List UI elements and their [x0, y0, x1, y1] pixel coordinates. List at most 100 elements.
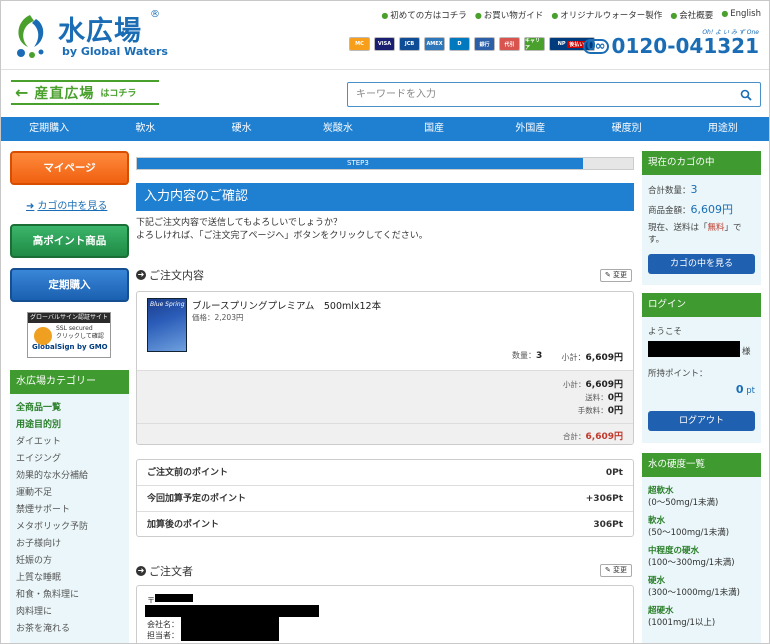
category-item[interactable]: 効果的な水分補給	[10, 468, 129, 485]
hardness-item[interactable]: 硬水 (300〜1000mg/1未満)	[648, 575, 740, 599]
category-item[interactable]: メタボリック予防	[10, 519, 129, 536]
high-point-button[interactable]: 高ポイント商品	[10, 224, 129, 258]
hardness-item[interactable]: 超軟水 (0〜50mg/1未満)	[648, 485, 718, 509]
order-summary: 小計：6,609円 送料：0円 手数料：0円 合計：6,609円	[137, 370, 633, 444]
link-company[interactable]: 会社概要	[670, 9, 713, 21]
hardness-item[interactable]: 中程度の硬水 (100〜300mg/1未満)	[648, 545, 735, 569]
order-box: Blue Spring ブルースプリングプレミアム 500mlx12本 価格：2…	[136, 291, 634, 445]
category-item[interactable]: 肉料理に	[10, 604, 129, 621]
category-item[interactable]: ダイエット	[10, 434, 129, 451]
view-cart-label: カゴの中を見る	[37, 201, 108, 212]
logo-subtitle: by Global Waters	[62, 45, 168, 58]
nav-hard-water[interactable]: 硬水	[194, 117, 290, 141]
redacted-username	[648, 341, 740, 357]
product-image[interactable]: Blue Spring	[147, 298, 187, 352]
category-item[interactable]: お茶を淹れる	[10, 621, 129, 638]
category-item[interactable]: エイジング	[10, 451, 129, 468]
freedial-icon: 0∞	[582, 38, 609, 54]
points-value: 0 pt	[735, 383, 755, 396]
contact-label: 担当者：	[147, 631, 179, 640]
points-row: 今回加算予定のポイント +306Pt	[137, 486, 633, 512]
subscription-button[interactable]: 定期購入	[10, 268, 129, 302]
amex-icon: AMEX	[424, 37, 445, 51]
points-row: ご注文前のポイント 0Pt	[137, 460, 633, 486]
hardness-panel: 超軟水 (0〜50mg/1未満) 軟水 (50〜100mg/1未満) 中程度の硬…	[642, 477, 761, 643]
site-logo[interactable]: 水広場 ® by Global Waters	[10, 9, 170, 61]
buyer-section-title: ➜ ご注文者	[136, 563, 193, 579]
nav-by-use[interactable]: 用途別	[675, 117, 769, 141]
water-drop-logo-icon	[17, 15, 44, 58]
nav-sparkling[interactable]: 炭酸水	[290, 117, 386, 141]
header-divider	[1, 69, 769, 70]
link-english[interactable]: English	[721, 9, 761, 21]
sanchoku-small: はコチラ	[100, 89, 137, 99]
link-first-time[interactable]: 初めての方はコチラ	[381, 9, 467, 21]
total-row: 合計：6,609円	[563, 432, 623, 442]
category-item[interactable]: 上質な睡眠	[10, 570, 129, 587]
fee-row: 手数料：0円	[577, 406, 623, 416]
category-heading: 水広場カテゴリー	[10, 370, 129, 394]
mypage-button[interactable]: マイページ	[10, 151, 129, 185]
view-cart-button[interactable]: カゴの中を見る	[648, 254, 755, 274]
link-shopping-guide[interactable]: お買い物ガイド	[475, 9, 544, 21]
main-nav: 定期購入 軟水 硬水 炭酸水 国産 外国産 硬度別 用途別	[1, 117, 769, 141]
step-label: STEP3	[347, 159, 369, 167]
category-item[interactable]: 禁煙サポート	[10, 502, 129, 519]
redacted-postal	[155, 594, 193, 602]
hardness-item[interactable]: 超硬水 (1001mg/1以上)	[648, 605, 715, 629]
arrow-circle-icon: ➜	[136, 566, 146, 576]
buyer-section-label: ご注文者	[149, 565, 193, 578]
search-icon[interactable]	[740, 89, 752, 101]
intro-line-1: 下記ご注文内容で送信してもよろしいでしょうか？	[136, 218, 343, 228]
points-label: 所持ポイント：	[648, 369, 708, 379]
search-input[interactable]	[348, 83, 728, 106]
page: 水広場 ® by Global Waters 初めての方はコチラ お買い物ガイド…	[0, 0, 770, 644]
nav-imported[interactable]: 外国産	[482, 117, 578, 141]
cart-qty: 合計数量：3	[648, 183, 698, 196]
category-item[interactable]: 全商品一覧	[10, 400, 129, 417]
edit-order-button[interactable]: ✎ 変更	[600, 269, 632, 282]
category-list: 全商品一覧 用途目的別 ダイエット エイジング 効果的な水分補給 運動不足 禁煙…	[10, 394, 129, 643]
top-links: 初めての方はコチラ お買い物ガイド オリジナルウォーター製作 会社概要 Engl…	[381, 9, 761, 21]
category-item[interactable]: 用途目的別	[10, 417, 129, 434]
carrier-payment-icon: キャリア	[524, 37, 545, 51]
jcb-icon: JCB	[399, 37, 420, 51]
logo-text: 水広場	[58, 16, 142, 47]
edit-buyer-button[interactable]: ✎ 変更	[600, 564, 632, 577]
nav-by-hardness[interactable]: 硬度別	[579, 117, 675, 141]
nav-soft-water[interactable]: 軟水	[97, 117, 193, 141]
phone-number[interactable]: 0∞ 0120-041321	[582, 34, 759, 58]
diners-icon: D	[449, 37, 470, 51]
arrow-circle-icon: ➜	[136, 270, 146, 280]
logout-button[interactable]: ログアウト	[648, 411, 755, 431]
login-heading: ログイン	[642, 293, 761, 317]
nav-domestic[interactable]: 国産	[386, 117, 482, 141]
product-line-subtotal: 小計：6,609円	[561, 353, 623, 363]
sanchoku-link[interactable]: ← 産直広場 はコチラ	[11, 80, 159, 105]
cart-heading: 現在のカゴの中	[642, 151, 761, 175]
cart-amount: 商品金額：6,609円	[648, 203, 734, 216]
hardness-item[interactable]: 軟水 (50〜100mg/1未満)	[648, 515, 729, 539]
category-item[interactable]: 運動不足	[10, 485, 129, 502]
honorific: 様	[742, 347, 751, 357]
link-original-water[interactable]: オリジナルウォーター製作	[551, 9, 662, 21]
category-item[interactable]: 和食・魚料理に	[10, 587, 129, 604]
globalsign-seal[interactable]: グローバルサイン認証サイト SSL secured クリックして確認 Globa…	[27, 312, 111, 358]
intro-text: 下記ご注文内容で送信してもよろしいでしょうか？ よろしければ、「ご注文完了ページ…	[136, 217, 428, 243]
category-item[interactable]: 妊娠の方	[10, 553, 129, 570]
buyer-box: 〒 会社名： 担当者：	[136, 585, 634, 643]
intro-line-2: よろしければ、「ご注文完了ページへ」ボタンをクリックしてください。	[136, 231, 428, 241]
product-name: ブルースプリングプレミアム 500mlx12本	[192, 301, 382, 312]
shipping-note: 現在、送料は「無料」で	[648, 223, 742, 233]
mastercard-icon: MC	[349, 37, 370, 51]
welcome-text: ようこそ	[648, 327, 683, 337]
nav-subscription[interactable]: 定期購入	[1, 117, 97, 141]
phone-digits: 0120-041321	[611, 34, 759, 58]
company-label: 会社名：	[147, 620, 179, 629]
sanchoku-label: 産直広場	[34, 85, 95, 102]
product-quantity: 数量：3	[512, 351, 543, 361]
category-item[interactable]: お子様向け	[10, 536, 129, 553]
view-cart-link[interactable]: ➜ カゴの中を見る	[26, 197, 107, 212]
points-row: 加算後のポイント 306Pt	[147, 520, 623, 530]
shipping-note-2: す。	[648, 235, 665, 245]
